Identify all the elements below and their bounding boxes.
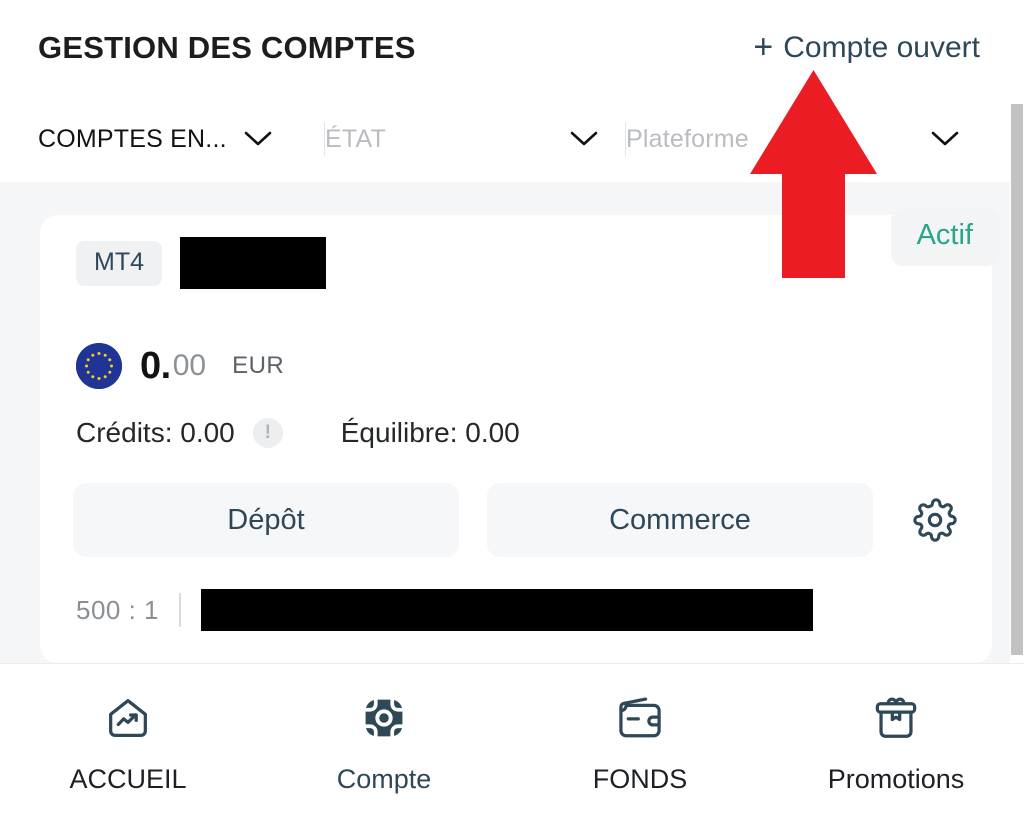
account-filled-icon [358, 692, 410, 744]
plus-icon: + [753, 28, 774, 66]
nav-item-compte-label: Compte [336, 764, 432, 794]
chevron-down-icon [569, 130, 599, 148]
balance-row: 0. 00 EUR [76, 343, 284, 389]
account-name-redacted [180, 237, 326, 289]
filter-state-label: ÉTAT [325, 124, 386, 153]
filter-platform-label: Plateforme [626, 124, 749, 153]
deposit-button[interactable]: Dépôt [73, 483, 459, 557]
page-title: GESTION DES COMPTES [38, 30, 416, 65]
filter-accounts-label: COMPTES EN... [38, 124, 227, 153]
credits-label: Crédits: 0.00 [76, 417, 235, 448]
balance-decimals: 00 [172, 349, 207, 382]
chevron-down-icon [930, 130, 960, 148]
filter-bar: COMPTES EN... ÉTAT Plateforme [0, 96, 1010, 182]
leverage-value: 500 : 1 [76, 594, 160, 625]
filter-state[interactable]: ÉTAT [325, 116, 625, 162]
gift-icon [870, 692, 922, 744]
vertical-scrollbar-thumb[interactable] [1011, 104, 1023, 655]
nav-item-fonds[interactable]: FONDS [512, 692, 768, 795]
status-badge: Actif [890, 209, 999, 266]
home-chart-icon [102, 692, 154, 744]
leverage-divider [179, 593, 182, 627]
nav-item-fonds-label: FONDS [592, 764, 688, 794]
nav-item-promotions[interactable]: Promotions [768, 692, 1024, 795]
chevron-down-icon [243, 130, 273, 148]
account-list-area: MT4 Actif 0. 00 EUR Crédits: 0.00 ! Équi… [0, 182, 1010, 663]
account-card-header: MT4 [76, 237, 326, 289]
currency-code: EUR [232, 352, 285, 379]
server-name-redacted [201, 589, 814, 631]
nav-item-promotions-label: Promotions [827, 764, 965, 794]
eu-flag-icon [76, 343, 122, 389]
trade-button[interactable]: Commerce [487, 483, 873, 557]
account-meta-row: Crédits: 0.00 ! Équilibre: 0.00 [76, 417, 520, 449]
platform-badge: MT4 [76, 240, 162, 286]
bottom-navigation: ACCUEIL Compte FONDS Promotions [0, 663, 1024, 832]
open-account-label: Compte ouvert [783, 31, 980, 64]
equilibre-label: Équilibre: 0.00 [340, 417, 520, 448]
filter-accounts[interactable]: COMPTES EN... [38, 116, 324, 162]
wallet-icon [614, 692, 666, 744]
leverage-row: 500 : 1 [76, 589, 814, 631]
app-root: GESTION DES COMPTES + Compte ouvert COMP… [0, 0, 1024, 832]
info-icon[interactable]: ! [252, 418, 283, 448]
nav-item-accueil[interactable]: ACCUEIL [0, 692, 256, 795]
nav-item-compte[interactable]: Compte [256, 692, 512, 795]
page-header: GESTION DES COMPTES + Compte ouvert [0, 0, 1010, 96]
nav-item-accueil-label: ACCUEIL [69, 764, 187, 794]
account-card[interactable]: MT4 Actif 0. 00 EUR Crédits: 0.00 ! Équi… [40, 209, 999, 663]
gear-icon[interactable] [911, 496, 959, 544]
account-actions: Dépôt Commerce [73, 483, 959, 557]
filter-platform[interactable]: Plateforme [626, 116, 986, 162]
open-account-button[interactable]: + Compte ouvert [753, 28, 980, 66]
balance-integer: 0. [140, 344, 171, 387]
